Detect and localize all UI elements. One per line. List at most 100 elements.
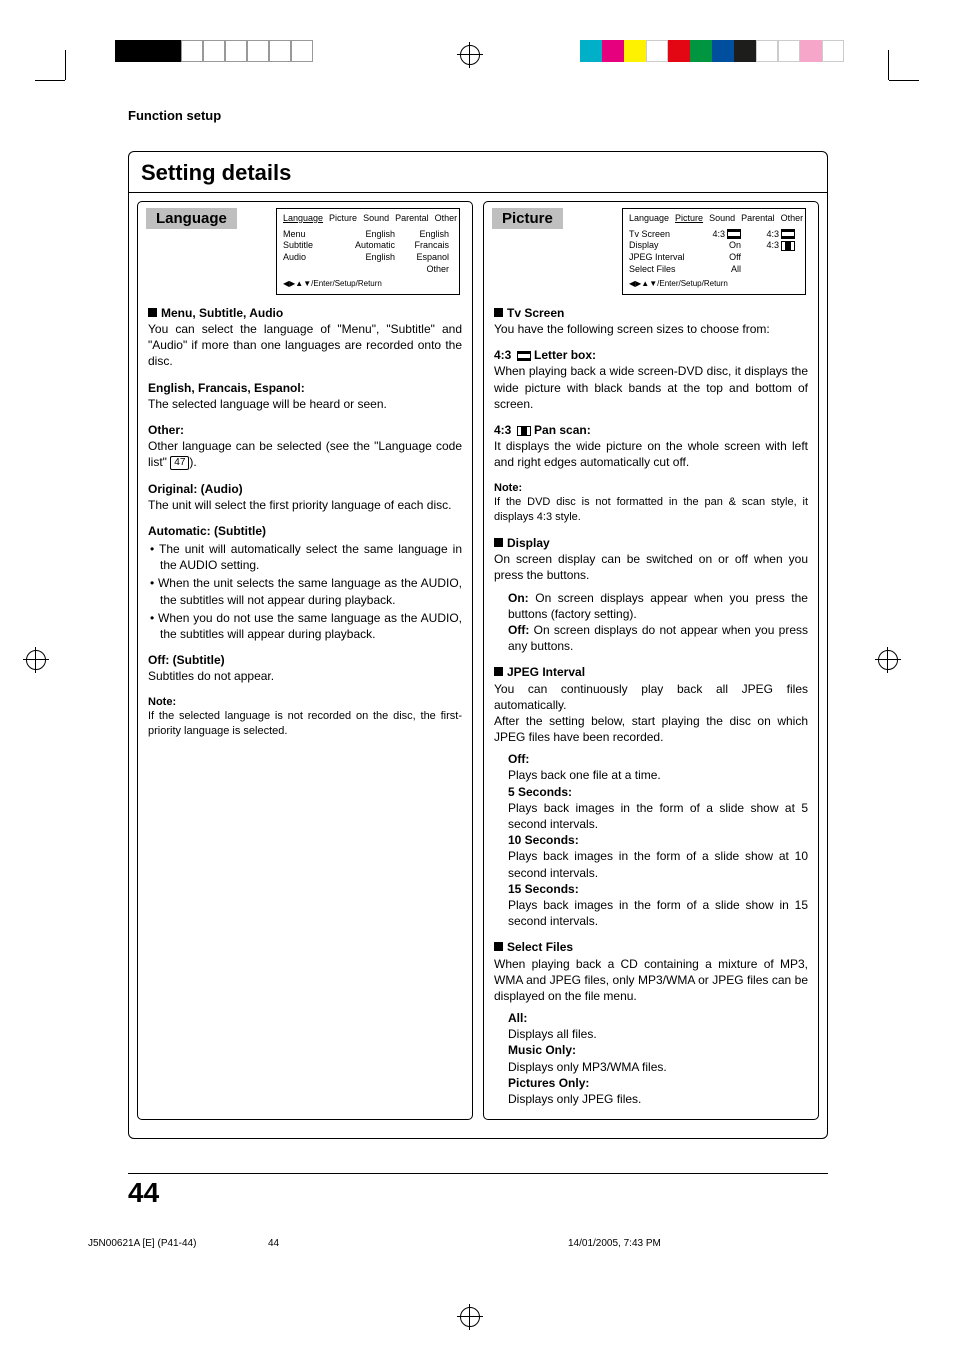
- jpeg-15-label: 15 Seconds:: [508, 882, 579, 896]
- body-text: Other language can be selected (see the …: [148, 438, 462, 470]
- body-text: You can continuously play back all JPEG …: [494, 681, 808, 713]
- body-text: After the setting below, start playing t…: [494, 713, 808, 745]
- jpeg-interval-title: JPEG Interval: [494, 664, 808, 680]
- osd-cell: 4:3: [691, 229, 745, 241]
- original-label: Original: (Audio): [148, 481, 462, 497]
- picture-heading: Picture: [492, 208, 563, 229]
- osd-tab-parental: Parental: [395, 213, 429, 225]
- osd-tab-sound: Sound: [363, 213, 389, 225]
- osd-cell: On: [691, 240, 745, 252]
- footer-rule: [128, 1173, 828, 1174]
- print-footer: J5N00621A [E] (P41-44) 44 14/01/2005, 7:…: [88, 1238, 868, 1249]
- picture-osd: Language Picture Sound Parental Other Tv…: [622, 208, 806, 295]
- osd-cell: Audio: [283, 252, 345, 264]
- page-reference: 47: [170, 456, 189, 470]
- body-text: Plays back images in the form of a slide…: [508, 897, 808, 929]
- jpeg-off-label: Off:: [508, 752, 529, 766]
- tv-screen-title: Tv Screen: [494, 305, 808, 321]
- color-bars: [580, 40, 844, 62]
- list-item: When the unit selects the same language …: [160, 575, 462, 607]
- efe-label: English, Francais, Espanol:: [148, 380, 462, 396]
- osd-cell: [283, 264, 345, 276]
- osd-footer: ◀▶▲▼/Enter/Setup/Return: [283, 279, 453, 289]
- print-marks-left: [115, 40, 313, 62]
- osd-cell: English: [399, 229, 453, 241]
- body-text: You have the following screen sizes to c…: [494, 321, 808, 337]
- list-item: Off: On screen displays do not appear wh…: [508, 622, 808, 654]
- osd-cell: Tv Screen: [629, 229, 691, 241]
- osd-tab-picture: Picture: [675, 213, 703, 225]
- automatic-label: Automatic: (Subtitle): [148, 523, 462, 539]
- body-text: Displays only MP3/WMA files.: [508, 1059, 808, 1075]
- osd-tab-parental: Parental: [741, 213, 775, 225]
- osd-cell: Select Files: [629, 264, 691, 276]
- footer-doc: J5N00621A [E] (P41-44): [88, 1238, 268, 1249]
- list-item: The unit will automatically select the s…: [160, 541, 462, 573]
- panscan-icon: [517, 426, 531, 436]
- panel-title: Setting details: [129, 152, 827, 193]
- footer-page: 44: [268, 1238, 568, 1249]
- sf-pictures-label: Pictures Only:: [508, 1076, 589, 1090]
- page-number: 44: [128, 1177, 159, 1209]
- sf-all-label: All:: [508, 1011, 527, 1025]
- note-label: Note:: [494, 481, 808, 496]
- letterbox-icon: [727, 229, 741, 239]
- off-subtitle-label: Off: (Subtitle): [148, 652, 462, 668]
- body-text: Displays only JPEG files.: [508, 1091, 808, 1107]
- osd-cell: [745, 264, 799, 276]
- body-text: The selected language will be heard or s…: [148, 396, 462, 412]
- registration-mark-right: [878, 650, 898, 670]
- osd-cell: 4:3: [745, 240, 799, 252]
- body-text: Plays back images in the form of a slide…: [508, 848, 808, 880]
- body-text: Plays back one file at a time.: [508, 767, 808, 783]
- osd-cell: English: [345, 252, 399, 264]
- osd-tab-picture: Picture: [329, 213, 357, 225]
- body-text: Subtitles do not appear.: [148, 668, 462, 684]
- body-text: You can select the language of "Menu", "…: [148, 321, 462, 370]
- section-header: Function setup: [128, 108, 828, 123]
- picture-panel: Picture Language Picture Sound Parental …: [483, 201, 819, 1120]
- osd-cell: JPEG Interval: [629, 252, 691, 264]
- note-body: If the selected language is not recorded…: [148, 709, 462, 739]
- osd-cell: Subtitle: [283, 240, 345, 252]
- osd-cell: 4:3: [745, 229, 799, 241]
- jpeg-10-label: 10 Seconds:: [508, 833, 579, 847]
- osd-cell: Automatic: [345, 240, 399, 252]
- registration-mark-bottom: [460, 1307, 480, 1327]
- letterbox-label: 4:3 Letter box:: [494, 347, 808, 363]
- letterbox-icon: [517, 351, 531, 361]
- panscan-label: 4:3 Pan scan:: [494, 422, 808, 438]
- other-label: Other:: [148, 422, 462, 438]
- body-text: The unit will select the first priority …: [148, 497, 462, 513]
- body-text: Plays back images in the form of a slide…: [508, 800, 808, 832]
- letterbox-icon: [781, 229, 795, 239]
- osd-tab-other: Other: [781, 213, 804, 225]
- osd-tab-language: Language: [629, 213, 669, 225]
- body-text: It displays the wide picture on the whol…: [494, 438, 808, 470]
- note-label: Note:: [148, 695, 462, 710]
- osd-tab-sound: Sound: [709, 213, 735, 225]
- list-item: On: On screen displays appear when you p…: [508, 590, 808, 622]
- note-body: If the DVD disc is not formatted in the …: [494, 495, 808, 525]
- jpeg-5-label: 5 Seconds:: [508, 785, 572, 799]
- osd-tab-language: Language: [283, 213, 323, 225]
- osd-cell: English: [345, 229, 399, 241]
- osd-cell: [745, 252, 799, 264]
- main-panel: Setting details Language Language Pictur…: [128, 151, 828, 1139]
- osd-tab-other: Other: [435, 213, 458, 225]
- body-text: When playing back a wide screen-DVD disc…: [494, 363, 808, 412]
- osd-cell: Display: [629, 240, 691, 252]
- osd-cell: Francais: [399, 240, 453, 252]
- osd-cell: Off: [691, 252, 745, 264]
- display-title: Display: [494, 535, 808, 551]
- osd-cell: Espanol: [399, 252, 453, 264]
- body-text: On screen display can be switched on or …: [494, 551, 808, 583]
- language-heading: Language: [146, 208, 237, 229]
- language-panel: Language Language Picture Sound Parental…: [137, 201, 473, 1120]
- footer-date: 14/01/2005, 7:43 PM: [568, 1238, 661, 1249]
- panscan-icon: [781, 241, 795, 251]
- body-text: Displays all files.: [508, 1026, 808, 1042]
- select-files-title: Select Files: [494, 939, 808, 955]
- sf-music-label: Music Only:: [508, 1043, 576, 1057]
- osd-cell: Other: [399, 264, 453, 276]
